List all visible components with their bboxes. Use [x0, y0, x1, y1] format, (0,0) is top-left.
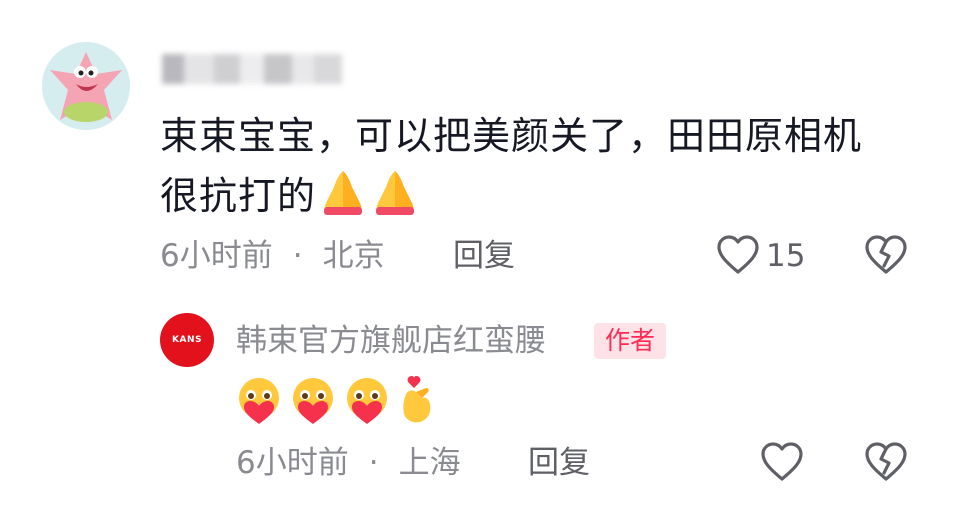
reply-button[interactable]: 回复: [453, 238, 515, 274]
heart-outline-icon: [717, 235, 759, 274]
heart-outline-icon: [761, 442, 803, 481]
like-button[interactable]: [716, 234, 760, 280]
reply-like-button[interactable]: [760, 441, 804, 487]
hugging-heart-emoji: [347, 378, 387, 424]
comment-time: 6小时前: [160, 238, 273, 274]
comment-location: 北京: [322, 238, 385, 274]
folded-hands-emoji: [318, 169, 368, 232]
folded-hands-emoji: [370, 169, 420, 232]
finger-heart-emoji: [403, 376, 431, 423]
hugging-heart-emoji: [239, 378, 279, 424]
comment-text-line2: 很抗打的: [160, 166, 920, 232]
avatar[interactable]: [42, 42, 130, 130]
author-badge: 作者: [594, 323, 666, 359]
patrick-avatar-image: [42, 42, 130, 130]
reply-dislike-button[interactable]: [864, 441, 908, 487]
reply-username[interactable]: 韩束官方旗舰店红蛮腰: [236, 322, 546, 360]
reply-emojis: [234, 374, 444, 426]
dislike-button[interactable]: [864, 234, 908, 280]
like-count: 15: [766, 238, 806, 274]
username-redacted[interactable]: [162, 54, 342, 84]
brand-avatar-text: KANS: [172, 335, 202, 345]
reply-time: 6小时前: [236, 445, 349, 481]
hugging-heart-emoji: [293, 378, 333, 424]
reply-reply-button[interactable]: 回复: [528, 445, 590, 481]
comment-meta: 6小时前 · 北京: [160, 238, 385, 274]
meta-separator: ·: [292, 238, 303, 274]
comment-text-line1: 束束宝宝，可以把美颜关了，田田原相机: [160, 114, 863, 158]
brand-avatar[interactable]: KANS: [160, 313, 214, 367]
broken-heart-icon: [865, 442, 907, 481]
reply-location: 上海: [398, 445, 461, 481]
comment-text-line2-label: 很抗打的: [160, 174, 317, 218]
broken-heart-icon: [865, 235, 907, 274]
comment-text: 束束宝宝，可以把美颜关了，田田原相机 很抗打的: [160, 106, 920, 232]
reply-meta: 6小时前 · 上海: [236, 445, 461, 481]
meta-separator: ·: [368, 445, 379, 481]
